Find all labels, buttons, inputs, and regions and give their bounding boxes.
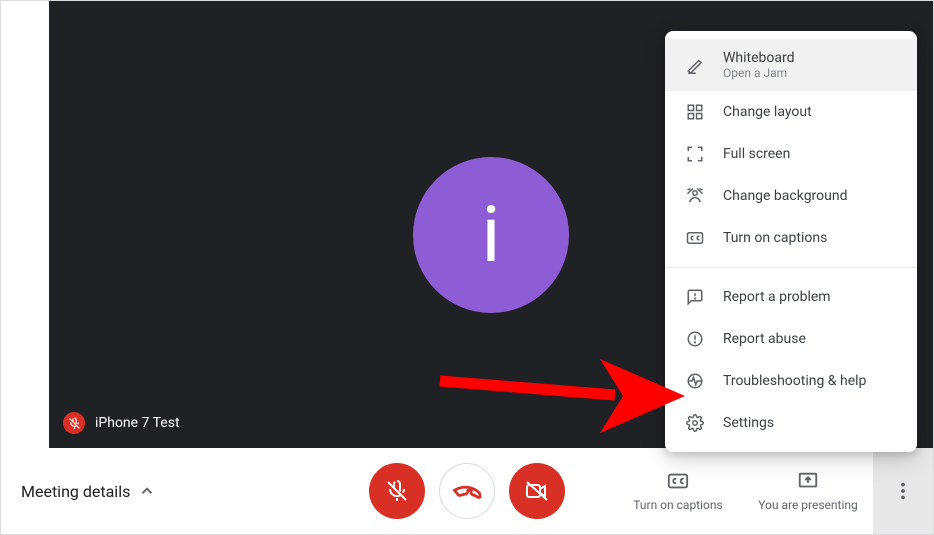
menu-item-settings[interactable]: Settings: [665, 402, 917, 444]
menu-label: Whiteboard: [723, 50, 795, 66]
meeting-details-label: Meeting details: [21, 482, 130, 501]
mic-muted-badge: [63, 412, 85, 434]
gear-icon: [685, 413, 705, 433]
menu-item-report-abuse[interactable]: Report abuse: [665, 318, 917, 360]
layout-icon: [685, 102, 705, 122]
meeting-details-button[interactable]: Meeting details: [21, 482, 156, 501]
menu-item-full-screen[interactable]: Full screen: [665, 133, 917, 175]
menu-label: Report abuse: [723, 331, 806, 347]
camera-off-icon: [525, 479, 549, 503]
menu-item-change-background[interactable]: Change background: [665, 175, 917, 217]
menu-item-troubleshooting[interactable]: Troubleshooting & help: [665, 360, 917, 402]
menu-item-change-layout[interactable]: Change layout: [665, 91, 917, 133]
menu-item-report-problem[interactable]: Report a problem: [665, 276, 917, 318]
captions-button[interactable]: Turn on captions: [613, 448, 743, 534]
background-icon: [685, 186, 705, 206]
menu-label: Settings: [723, 415, 774, 431]
present-button[interactable]: You are presenting: [743, 448, 873, 534]
more-options-menu: Whiteboard Open a Jam Change layout Full…: [665, 31, 917, 452]
troubleshoot-icon: [685, 371, 705, 391]
menu-item-whiteboard[interactable]: Whiteboard Open a Jam: [665, 39, 917, 91]
more-options-button[interactable]: [873, 448, 933, 534]
bottom-bar: Meeting details: [1, 448, 933, 534]
mic-toggle-button[interactable]: [369, 463, 425, 519]
menu-sublabel: Open a Jam: [723, 66, 795, 80]
camera-toggle-button[interactable]: [509, 463, 565, 519]
menu-label: Troubleshooting & help: [723, 373, 866, 389]
whiteboard-icon: [685, 55, 705, 75]
present-icon: [797, 470, 819, 492]
hangup-button[interactable]: [439, 463, 495, 519]
chevron-up-icon: [138, 482, 156, 500]
participant-name: iPhone 7 Test: [95, 415, 180, 431]
mic-off-icon: [68, 417, 81, 430]
participant-label: iPhone 7 Test: [63, 412, 180, 434]
hangup-icon: [452, 476, 482, 506]
menu-label: Report a problem: [723, 289, 831, 305]
present-label: You are presenting: [758, 498, 858, 512]
captions-icon: [685, 228, 705, 248]
menu-label: Change layout: [723, 104, 812, 120]
captions-label: Turn on captions: [633, 498, 722, 512]
mic-off-icon: [385, 479, 409, 503]
feedback-icon: [685, 287, 705, 307]
fullscreen-icon: [685, 144, 705, 164]
captions-icon: [667, 470, 689, 492]
avatar: i: [413, 157, 569, 313]
menu-label: Full screen: [723, 146, 790, 162]
more-vert-icon: [892, 480, 914, 502]
menu-label: Turn on captions: [723, 230, 827, 246]
call-controls: [369, 463, 565, 519]
menu-divider: [665, 267, 917, 268]
report-abuse-icon: [685, 329, 705, 349]
avatar-letter: i: [482, 190, 501, 281]
menu-label: Change background: [723, 188, 848, 204]
bottom-right-controls: Turn on captions You are presenting: [613, 448, 933, 534]
menu-item-captions[interactable]: Turn on captions: [665, 217, 917, 259]
